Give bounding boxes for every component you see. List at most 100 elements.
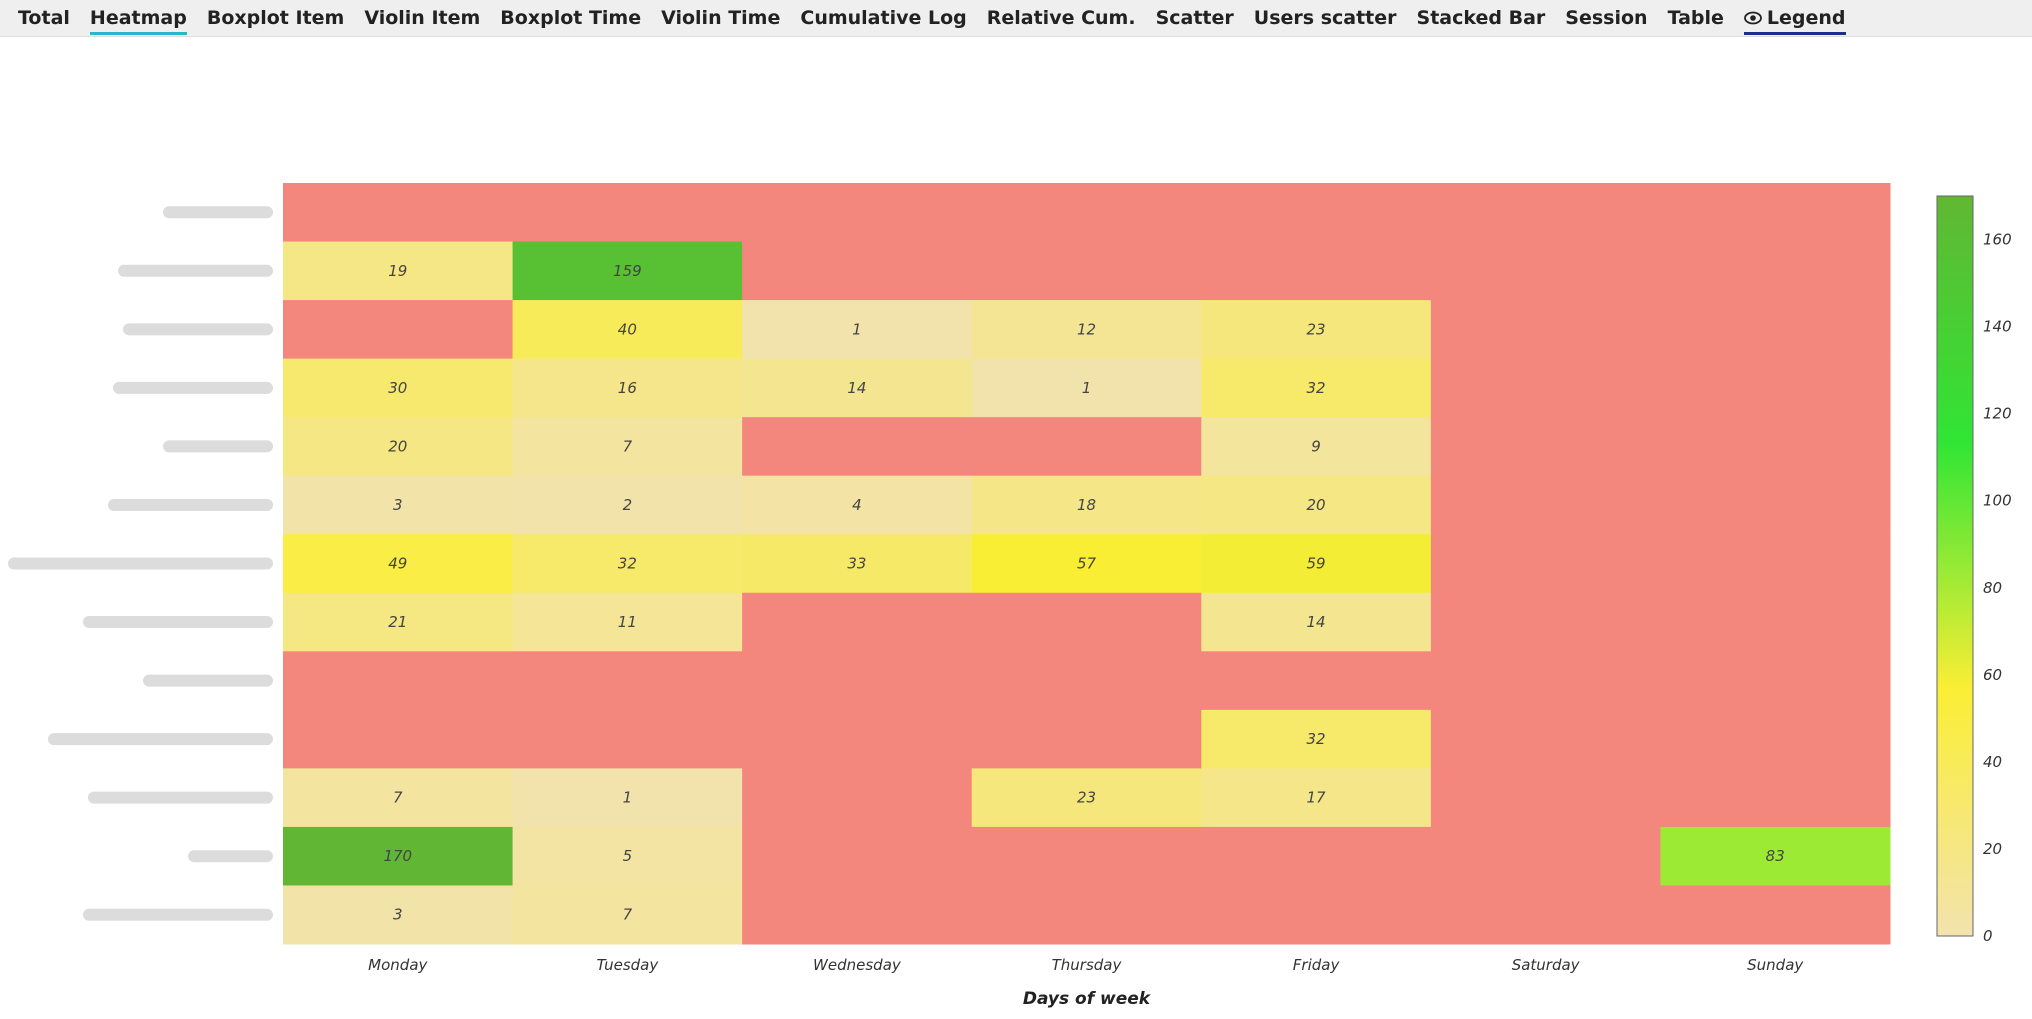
heatmap-cell (1201, 826, 1432, 886)
cell-value-label: 2 (623, 496, 633, 514)
heatmap-cell (1660, 592, 1891, 652)
heatmap-cell (971, 241, 1202, 301)
cell-value-label: 23 (1307, 320, 1326, 338)
tab-label: Cumulative Log (800, 7, 967, 29)
heatmap-cell (742, 709, 973, 769)
tab-heatmap[interactable]: Heatmap (80, 0, 197, 36)
x-axis-ticks: Monday Tuesday Wednesday Thursday Friday Satu… (368, 956, 1804, 974)
x-tick-label: Thursday (1052, 956, 1123, 974)
cell-value-label: 12 (1077, 320, 1096, 338)
y-tick-label-redacted (143, 674, 273, 687)
tab-label: Total (18, 7, 70, 29)
heatmap-cell (1430, 885, 1661, 945)
y-tick-label-redacted (118, 264, 273, 277)
heatmap-cell (971, 709, 1202, 769)
eye-icon (1744, 11, 1762, 25)
cell-value-label: 7 (623, 906, 633, 924)
cell-value-label: 14 (847, 379, 866, 397)
x-tick-label: Friday (1293, 956, 1341, 974)
cell-value-label: 16 (618, 379, 637, 397)
heatmap-cell (742, 651, 973, 711)
cell-value-label: 1 (623, 789, 633, 807)
heatmap-cell (1660, 651, 1891, 711)
cell-value-label: 20 (388, 437, 407, 455)
x-tick-label: Sunday (1747, 956, 1804, 974)
heatmap-cell (1660, 183, 1891, 243)
x-tick-label: Wednesday (813, 956, 902, 974)
cell-value-label: 17 (1307, 789, 1327, 807)
heatmap-cells: 19 15940 1 12 2330 16 14 1 3220 7 93 2 4 18 2049 32 33 57… (283, 183, 1891, 945)
tab-boxplot-item[interactable]: Boxplot Item (197, 0, 355, 36)
cell-value-label: 20 (1307, 496, 1326, 514)
tab-legend[interactable]: Legend (1734, 0, 1856, 36)
heatmap-cell (1430, 534, 1661, 594)
cell-value-label: 170 (383, 847, 412, 865)
tab-label: Users scatter (1253, 7, 1397, 29)
y-tick-label-redacted (188, 850, 273, 863)
colorbar-gradient (1936, 195, 1974, 937)
tab-label: Table (1667, 7, 1724, 29)
heatmap-cell (742, 592, 973, 652)
tab-violin-time[interactable]: Violin Time (651, 0, 790, 36)
y-tick-label-redacted (8, 557, 273, 570)
cell-value-label: 3 (393, 496, 403, 514)
heatmap-cell (971, 885, 1202, 945)
cell-value-label: 30 (388, 379, 407, 397)
tab-label: Boxplot Item (206, 7, 345, 29)
cell-value-label: 7 (393, 789, 403, 807)
colorbar-tick-label: 100 (1983, 492, 2012, 510)
heatmap-cell (1660, 358, 1891, 418)
tab-label: Heatmap (89, 7, 187, 29)
tab-table[interactable]: Table (1658, 0, 1734, 36)
heatmap-cell (512, 651, 743, 711)
cell-value-label: 1 (852, 320, 862, 338)
tab-session[interactable]: Session (1555, 0, 1657, 36)
tab-relative-cum[interactable]: Relative Cum. (977, 0, 1146, 36)
heatmap-cell (1660, 885, 1891, 945)
heatmap-cell (1660, 300, 1891, 360)
cell-value-label: 40 (618, 320, 637, 338)
cell-value-label: 5 (623, 847, 633, 865)
tab-stacked-bar[interactable]: Stacked Bar (1407, 0, 1556, 36)
heatmap-cell (1201, 183, 1432, 243)
heatmap-cell (1430, 826, 1661, 886)
cell-value-label: 7 (623, 437, 633, 455)
cell-value-label: 23 (1077, 789, 1096, 807)
heatmap-cell (971, 651, 1202, 711)
heatmap-cell (971, 417, 1202, 477)
tab-label: Relative Cum. (986, 7, 1136, 29)
heatmap-cell (742, 826, 973, 886)
tab-scatter[interactable]: Scatter (1146, 0, 1244, 36)
tab-list: Total Heatmap Boxplot Item Violin Item Boxpl… (0, 0, 2032, 36)
heatmap-cell (1430, 241, 1661, 301)
heatmap-cell (1660, 417, 1891, 477)
y-tick-label-redacted (163, 440, 273, 453)
tab-cumulative-log[interactable]: Cumulative Log (790, 0, 976, 36)
y-tick-label-redacted (83, 616, 273, 629)
tab-label: Session (1565, 7, 1648, 29)
cell-value-label: 1 (1082, 379, 1092, 397)
cell-value-label: 21 (388, 613, 407, 631)
colorbar-tick-label: 0 (1983, 927, 1993, 945)
heatmap-cell (742, 183, 973, 243)
heatmap-cell (742, 417, 973, 477)
tab-total[interactable]: Total (8, 0, 80, 36)
colorbar-tick-label: 140 (1983, 318, 2012, 336)
tab-boxplot-time[interactable]: Boxplot Time (490, 0, 651, 36)
tab-label: Violin Time (661, 7, 781, 29)
heatmap-cell (1430, 709, 1661, 769)
tab-users-scatter[interactable]: Users scatter (1244, 0, 1407, 36)
cell-value-label: 18 (1077, 496, 1096, 514)
heatmap-cell (512, 183, 743, 243)
heatmap-cell (1660, 475, 1891, 535)
tab-label: Boxplot Time (500, 7, 642, 29)
tab-label: Stacked Bar (1416, 7, 1546, 29)
colorbar-tick-label: 80 (1983, 579, 2002, 597)
colorbar-tick-label: 160 (1983, 231, 2012, 249)
tab-violin-item[interactable]: Violin Item (354, 0, 490, 36)
heatmap-cell (283, 183, 514, 243)
x-tick-label: Tuesday (596, 956, 659, 974)
colorbar-tick-label: 40 (1983, 753, 2002, 771)
cell-value-label: 9 (1311, 437, 1321, 455)
cell-value-label: 49 (388, 555, 407, 573)
